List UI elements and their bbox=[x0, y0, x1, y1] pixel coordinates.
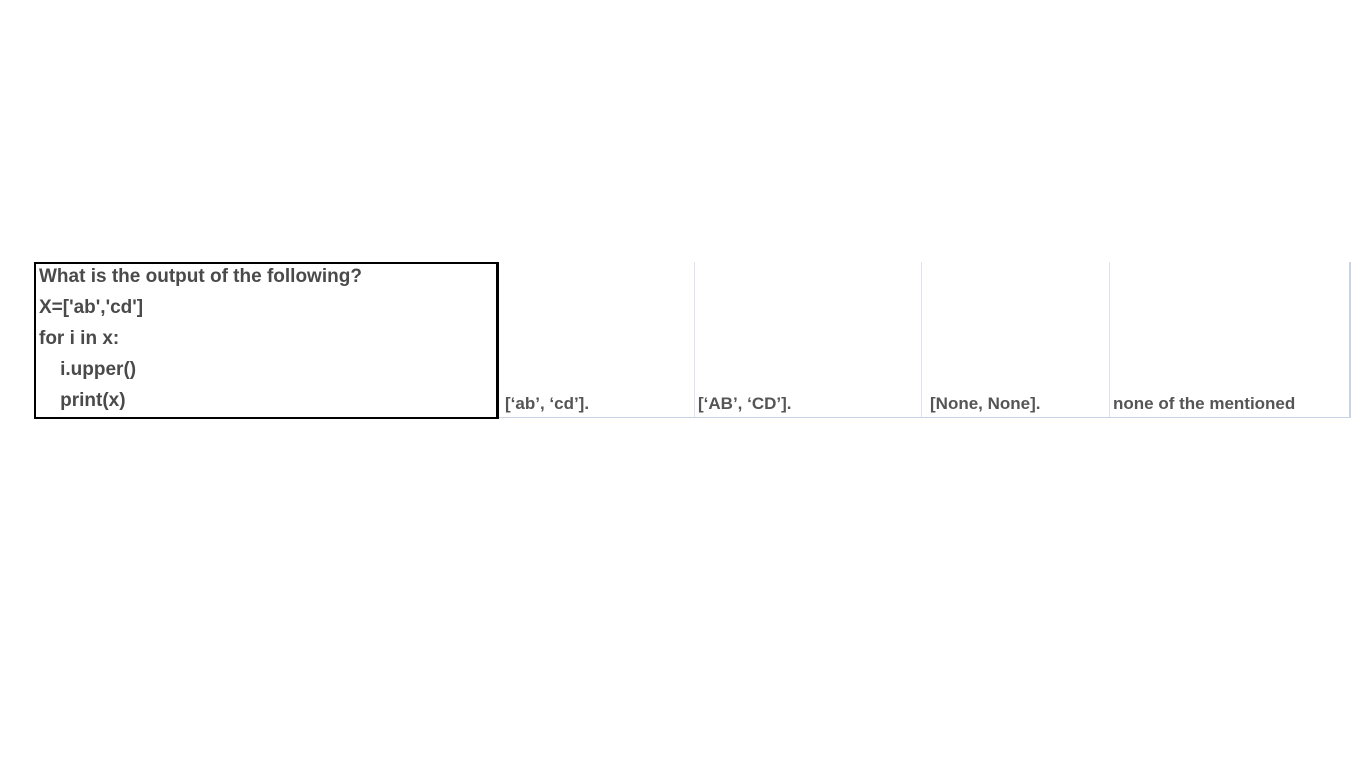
question-line-3: for i in x: bbox=[39, 328, 120, 349]
option-d-cell[interactable]: none of the mentioned bbox=[1110, 262, 1349, 417]
question-row: What is the output of the following? X=[… bbox=[34, 262, 1351, 419]
option-d-text: none of the mentioned bbox=[1113, 394, 1296, 413]
question-line-4: i.upper() bbox=[39, 359, 137, 380]
question-cell[interactable]: What is the output of the following? X=[… bbox=[34, 262, 499, 419]
question-line-1: What is the output of the following? bbox=[39, 266, 362, 287]
option-a-text: [‘ab’, ‘cd’]. bbox=[505, 394, 590, 413]
spreadsheet-view: What is the output of the following? X=[… bbox=[0, 0, 1366, 768]
option-b-cell[interactable]: [‘AB’, ‘CD’]. bbox=[695, 262, 922, 417]
question-line-5: print(x) bbox=[39, 390, 126, 411]
cell-border-right bbox=[1349, 262, 1351, 417]
option-c-text: [None, None]. bbox=[930, 394, 1041, 413]
option-b-text: [‘AB’, ‘CD’]. bbox=[698, 394, 792, 413]
question-line-2: X=['ab','cd'] bbox=[39, 297, 144, 318]
option-c-cell[interactable]: [None, None]. bbox=[922, 262, 1110, 417]
option-a-cell[interactable]: [‘ab’, ‘cd’]. bbox=[500, 262, 695, 417]
